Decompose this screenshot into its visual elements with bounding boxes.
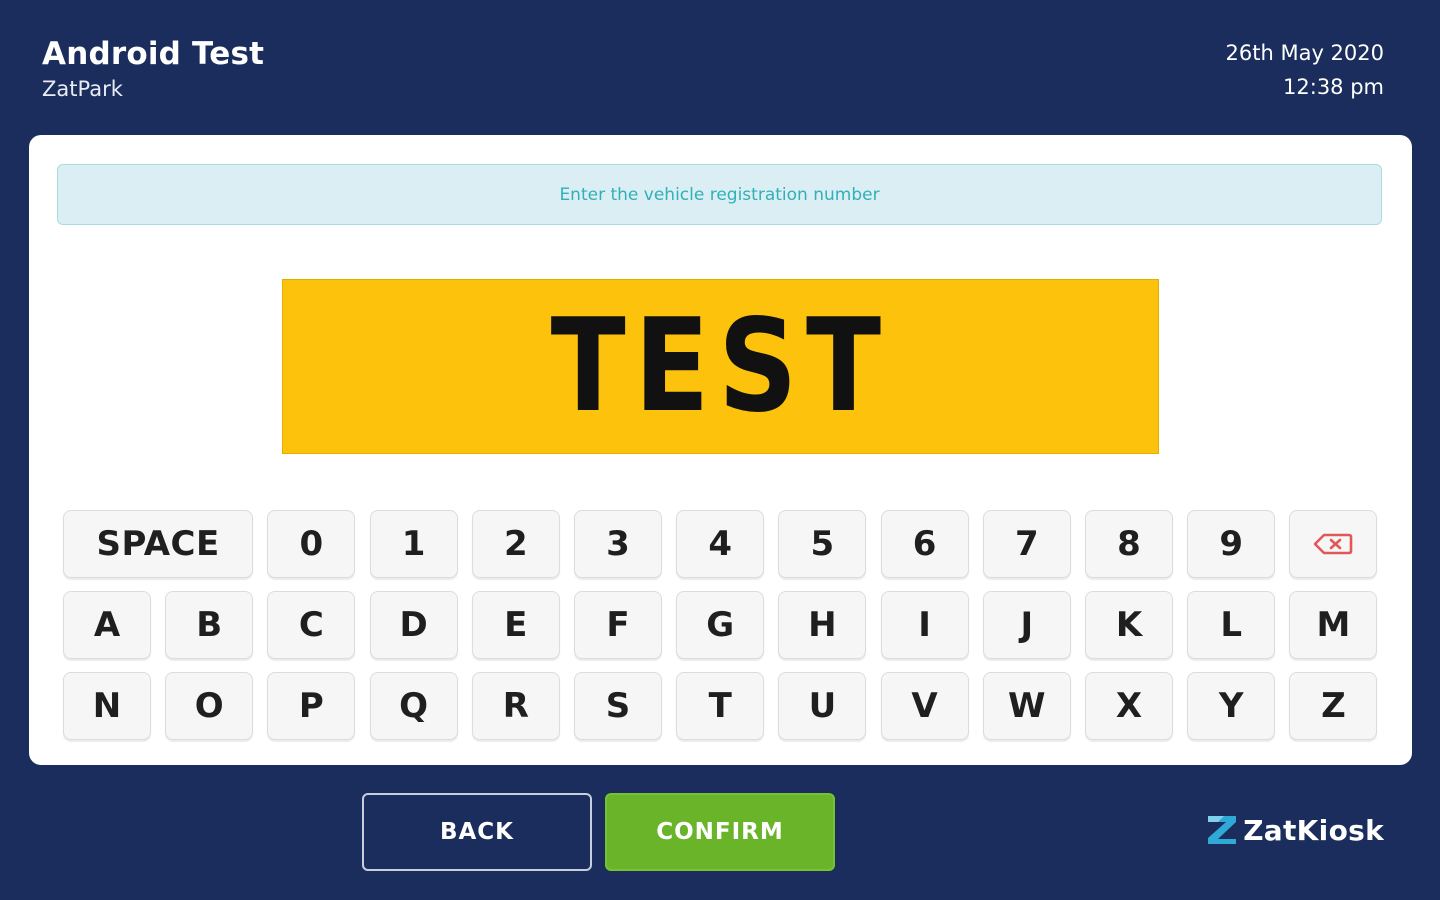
key-v[interactable]: V bbox=[880, 672, 969, 740]
registration-plate-text: TEST bbox=[550, 291, 891, 441]
key-i[interactable]: I bbox=[880, 591, 969, 659]
key-f[interactable]: F bbox=[574, 591, 662, 659]
key-s[interactable]: S bbox=[574, 672, 662, 740]
registration-plate-display: TEST bbox=[282, 279, 1159, 454]
key-y[interactable]: Y bbox=[1187, 672, 1276, 740]
key-6[interactable]: 6 bbox=[880, 510, 969, 578]
time-label: 12:38 pm bbox=[1283, 75, 1384, 99]
back-button[interactable]: BACK bbox=[362, 793, 592, 871]
key-c[interactable]: C bbox=[267, 591, 356, 659]
brand-name: ZatKiosk bbox=[1243, 813, 1384, 847]
key-o[interactable]: O bbox=[165, 672, 254, 740]
key-z[interactable]: Z bbox=[1289, 672, 1378, 740]
key-j[interactable]: J bbox=[982, 591, 1071, 659]
key-h[interactable]: H bbox=[778, 591, 867, 659]
entry-panel: Enter the vehicle registration number TE… bbox=[29, 135, 1412, 765]
backspace-key[interactable] bbox=[1289, 510, 1378, 578]
key-w[interactable]: W bbox=[982, 672, 1071, 740]
zatkiosk-logo-icon bbox=[1208, 816, 1237, 844]
key-space[interactable]: SPACE bbox=[63, 510, 254, 578]
operator-name: ZatPark bbox=[42, 77, 123, 101]
key-e[interactable]: E bbox=[471, 591, 560, 659]
key-9[interactable]: 9 bbox=[1187, 510, 1276, 578]
instruction-banner: Enter the vehicle registration number bbox=[57, 164, 1382, 225]
key-b[interactable]: B bbox=[165, 591, 254, 659]
key-d[interactable]: D bbox=[369, 591, 458, 659]
confirm-button[interactable]: CONFIRM bbox=[605, 793, 835, 871]
header: Android Test ZatPark 26th May 2020 12:38… bbox=[0, 0, 1440, 134]
key-t[interactable]: T bbox=[676, 672, 765, 740]
key-r[interactable]: R bbox=[471, 672, 560, 740]
site-name: Android Test bbox=[42, 36, 265, 72]
key-k[interactable]: K bbox=[1085, 591, 1173, 659]
key-x[interactable]: X bbox=[1085, 672, 1173, 740]
key-p[interactable]: P bbox=[267, 672, 356, 740]
backspace-icon bbox=[1314, 533, 1353, 555]
key-l[interactable]: L bbox=[1187, 591, 1276, 659]
key-7[interactable]: 7 bbox=[982, 510, 1071, 578]
key-g[interactable]: G bbox=[676, 591, 765, 659]
key-5[interactable]: 5 bbox=[778, 510, 867, 578]
date-label: 26th May 2020 bbox=[1225, 41, 1384, 65]
key-n[interactable]: N bbox=[63, 672, 151, 740]
key-m[interactable]: M bbox=[1289, 591, 1378, 659]
key-8[interactable]: 8 bbox=[1085, 510, 1173, 578]
key-1[interactable]: 1 bbox=[369, 510, 458, 578]
key-u[interactable]: U bbox=[778, 672, 867, 740]
key-0[interactable]: 0 bbox=[267, 510, 356, 578]
key-a[interactable]: A bbox=[63, 591, 151, 659]
key-4[interactable]: 4 bbox=[676, 510, 765, 578]
key-3[interactable]: 3 bbox=[574, 510, 662, 578]
brand-logo: ZatKiosk bbox=[1205, 813, 1384, 847]
key-2[interactable]: 2 bbox=[471, 510, 560, 578]
key-q[interactable]: Q bbox=[369, 672, 458, 740]
